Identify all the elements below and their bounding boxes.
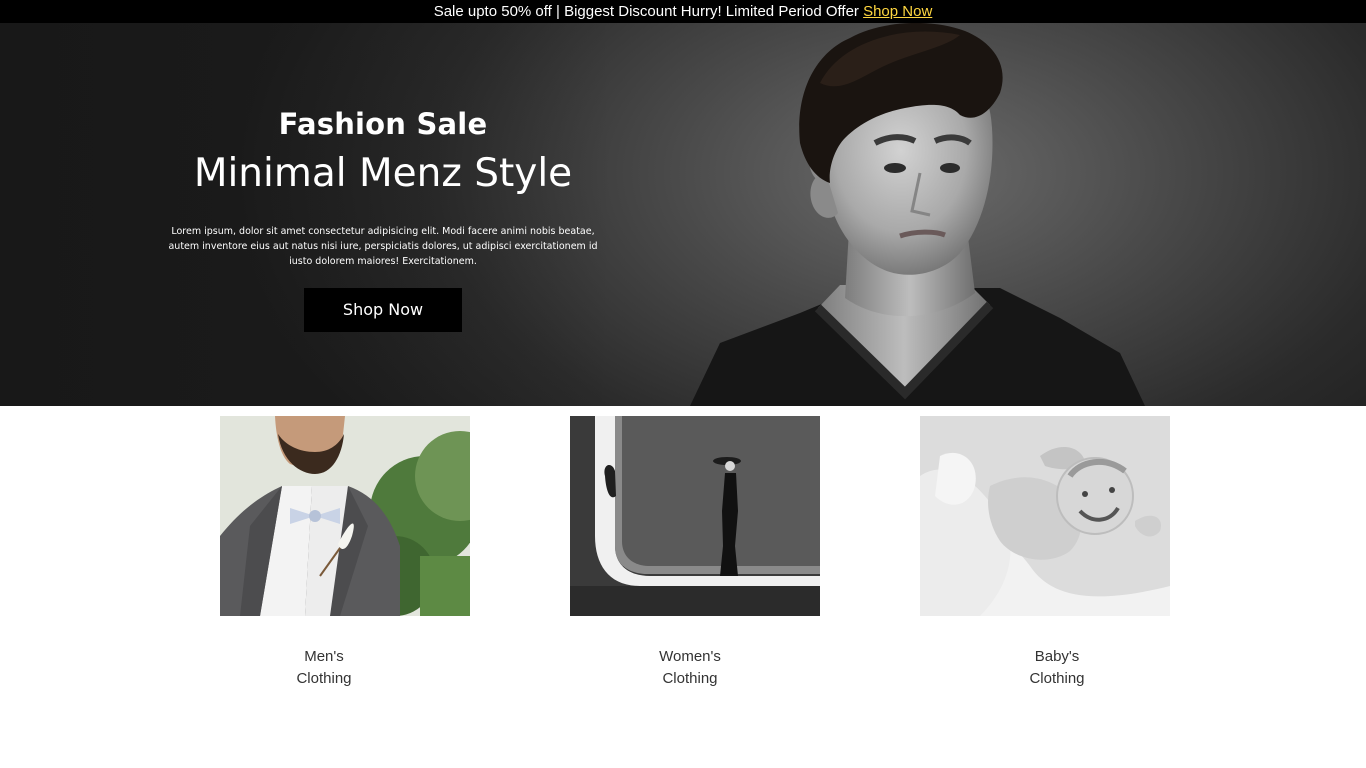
babys-clothing-label[interactable]: Baby's Clothing: [977, 646, 1137, 690]
hero-kicker: Fashion Sale: [278, 107, 488, 141]
womens-clothing-image[interactable]: [570, 416, 820, 616]
hero-banner: Fashion Sale Minimal Menz Style Lorem ip…: [0, 23, 1366, 406]
mens-clothing-label[interactable]: Men's Clothing: [244, 646, 404, 690]
womens-clothing-label[interactable]: Women's Clothing: [610, 646, 770, 690]
category-card-babys[interactable]: Baby's Clothing: [920, 416, 1170, 687]
category-card-womens[interactable]: Women's Clothing: [570, 416, 820, 687]
womens-label-line2: Clothing: [662, 670, 718, 687]
announcement-shop-now-link[interactable]: Shop Now: [863, 3, 932, 20]
babys-label-line1: Baby's: [1034, 648, 1080, 665]
babys-label-line2: Clothing: [1029, 670, 1085, 687]
mens-label-line1: Men's: [304, 648, 344, 665]
babys-clothing-image[interactable]: [920, 416, 1170, 616]
mens-label-line2: Clothing: [296, 670, 352, 687]
hero-text-block: Fashion Sale Minimal Menz Style Lorem ip…: [150, 103, 616, 332]
hero-title: Minimal Menz Style: [193, 151, 573, 196]
womens-label-line1: Women's: [659, 648, 721, 665]
hero-description: Lorem ipsum, dolor sit amet consectetur …: [168, 226, 598, 267]
shop-now-button[interactable]: Shop Now: [304, 288, 462, 332]
announcement-bar: Sale upto 50% off | Biggest Discount Hur…: [0, 0, 1366, 23]
announcement-text: Sale upto 50% off | Biggest Discount Hur…: [433, 3, 864, 20]
mens-clothing-image[interactable]: [220, 416, 470, 616]
category-card-mens[interactable]: Men's Clothing: [220, 416, 470, 687]
